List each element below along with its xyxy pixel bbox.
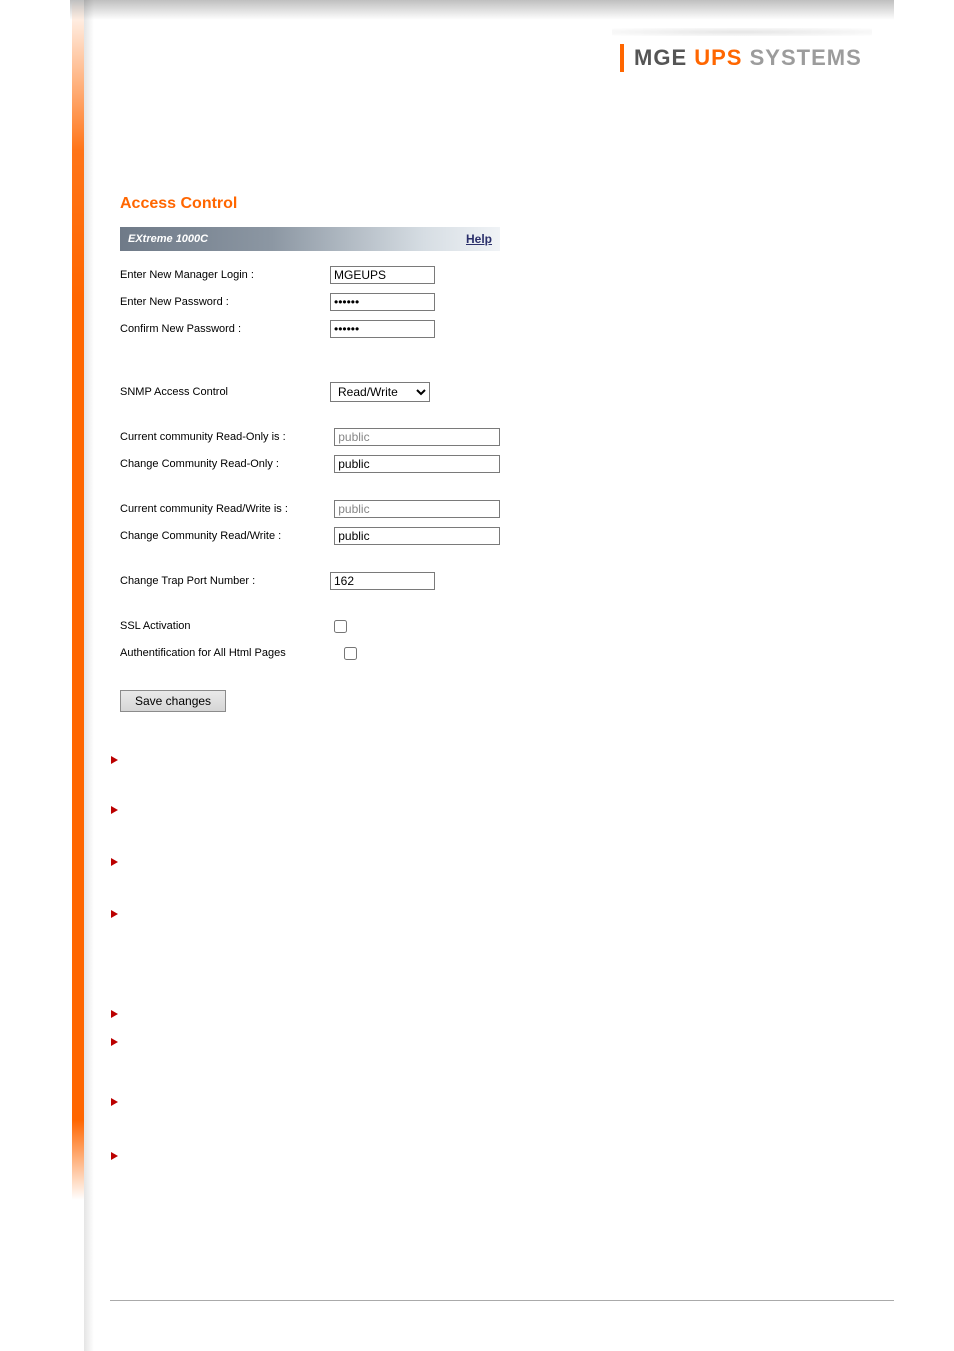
brand-part1: MGE bbox=[634, 45, 687, 70]
change-rw-input[interactable] bbox=[334, 527, 500, 545]
ssl-checkbox[interactable] bbox=[334, 620, 347, 633]
left-stripe-shadow bbox=[84, 0, 94, 1351]
access-control-form: Enter New Manager Login : Enter New Pass… bbox=[120, 251, 500, 712]
bullet-icon bbox=[110, 755, 120, 765]
trap-port-input[interactable] bbox=[330, 572, 435, 590]
current-rw-input bbox=[334, 500, 500, 518]
confirm-password-label: Confirm New Password : bbox=[120, 323, 330, 335]
device-name: EXtreme 1000C bbox=[128, 233, 208, 245]
bullet-icon bbox=[110, 1151, 120, 1161]
save-button[interactable]: Save changes bbox=[120, 690, 226, 712]
auth-checkbox[interactable] bbox=[344, 647, 357, 660]
bullet-icon bbox=[110, 909, 120, 919]
divider bbox=[110, 1300, 894, 1301]
bullet-icon bbox=[110, 857, 120, 867]
password-input[interactable] bbox=[330, 293, 435, 311]
brand-text: MGE UPS SYSTEMS bbox=[634, 45, 862, 71]
confirm-password-input[interactable] bbox=[330, 320, 435, 338]
bullet-icon bbox=[110, 1037, 120, 1047]
brand-bar bbox=[620, 44, 624, 72]
brand-part2: UPS bbox=[694, 45, 742, 70]
change-ro-label: Change Community Read-Only : bbox=[120, 458, 334, 470]
brand-logo: MGE UPS SYSTEMS bbox=[620, 40, 862, 76]
login-label: Enter New Manager Login : bbox=[120, 269, 330, 281]
current-ro-label: Current community Read-Only is : bbox=[120, 431, 334, 443]
login-input[interactable] bbox=[330, 266, 435, 284]
help-link[interactable]: Help bbox=[466, 232, 492, 246]
trap-port-label: Change Trap Port Number : bbox=[120, 575, 330, 587]
auth-label: Authentification for All Html Pages bbox=[120, 647, 340, 659]
panel-titlebar: EXtreme 1000C Help bbox=[120, 227, 500, 251]
brand-shadow bbox=[612, 28, 872, 36]
password-label: Enter New Password : bbox=[120, 296, 330, 308]
top-shadow bbox=[70, 0, 894, 20]
current-ro-input bbox=[334, 428, 500, 446]
bullet-list bbox=[110, 755, 120, 1201]
current-rw-label: Current community Read/Write is : bbox=[120, 503, 334, 515]
change-ro-input[interactable] bbox=[334, 455, 500, 473]
snmp-access-label: SNMP Access Control bbox=[120, 386, 330, 398]
left-stripe bbox=[72, 0, 84, 1351]
brand-part3: SYSTEMS bbox=[750, 45, 862, 70]
snmp-access-select[interactable]: Read/Write bbox=[330, 382, 430, 402]
page-title: Access Control bbox=[120, 195, 500, 213]
bullet-icon bbox=[110, 805, 120, 815]
ssl-label: SSL Activation bbox=[120, 620, 330, 632]
bullet-icon bbox=[110, 1009, 120, 1019]
change-rw-label: Change Community Read/Write : bbox=[120, 530, 334, 542]
bullet-icon bbox=[110, 1097, 120, 1107]
